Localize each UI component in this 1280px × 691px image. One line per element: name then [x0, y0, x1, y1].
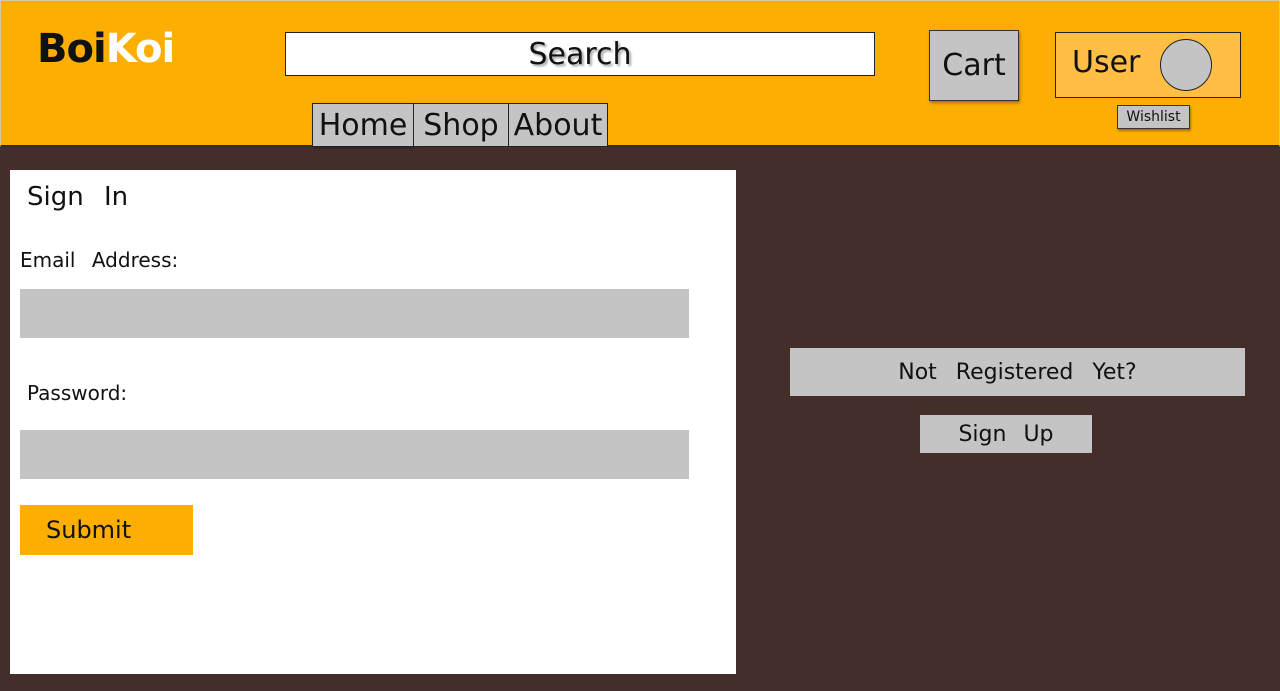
- site-logo[interactable]: BoiKoi: [37, 25, 175, 73]
- user-label: User: [1072, 45, 1141, 80]
- email-field[interactable]: [20, 289, 689, 338]
- signup-button[interactable]: Sign Up: [920, 415, 1092, 453]
- password-field[interactable]: [20, 430, 689, 479]
- logo-part-boi: Boi: [37, 26, 107, 72]
- password-label: Password:: [27, 381, 128, 405]
- not-registered-banner: Not Registered Yet?: [790, 348, 1245, 396]
- signin-panel: Sign In Email Address: Password: Submit: [10, 170, 736, 674]
- search-bar[interactable]: Search: [285, 32, 875, 76]
- avatar-icon[interactable]: [1160, 39, 1212, 91]
- cart-button[interactable]: Cart: [929, 30, 1019, 101]
- site-header: BoiKoi Search Cart User Wishlist Home Sh…: [0, 0, 1280, 147]
- wishlist-button[interactable]: Wishlist: [1117, 105, 1190, 129]
- nav-about-label: About: [513, 107, 603, 143]
- email-label: Email Address:: [20, 248, 179, 272]
- search-label: Search: [528, 36, 632, 72]
- nav-home-label: Home: [318, 107, 408, 143]
- nav-tab-about[interactable]: About: [508, 103, 608, 147]
- nav-tab-shop[interactable]: Shop: [413, 103, 509, 147]
- main-nav: Home Shop About: [312, 103, 608, 147]
- user-menu[interactable]: User: [1055, 32, 1241, 98]
- logo-part-koi: Koi: [105, 26, 175, 72]
- wishlist-label: Wishlist: [1126, 109, 1181, 125]
- cart-label: Cart: [942, 48, 1006, 83]
- nav-shop-label: Shop: [423, 107, 499, 143]
- nav-tab-home[interactable]: Home: [312, 103, 414, 147]
- submit-button[interactable]: Submit: [20, 505, 193, 555]
- signin-title: Sign In: [27, 182, 129, 212]
